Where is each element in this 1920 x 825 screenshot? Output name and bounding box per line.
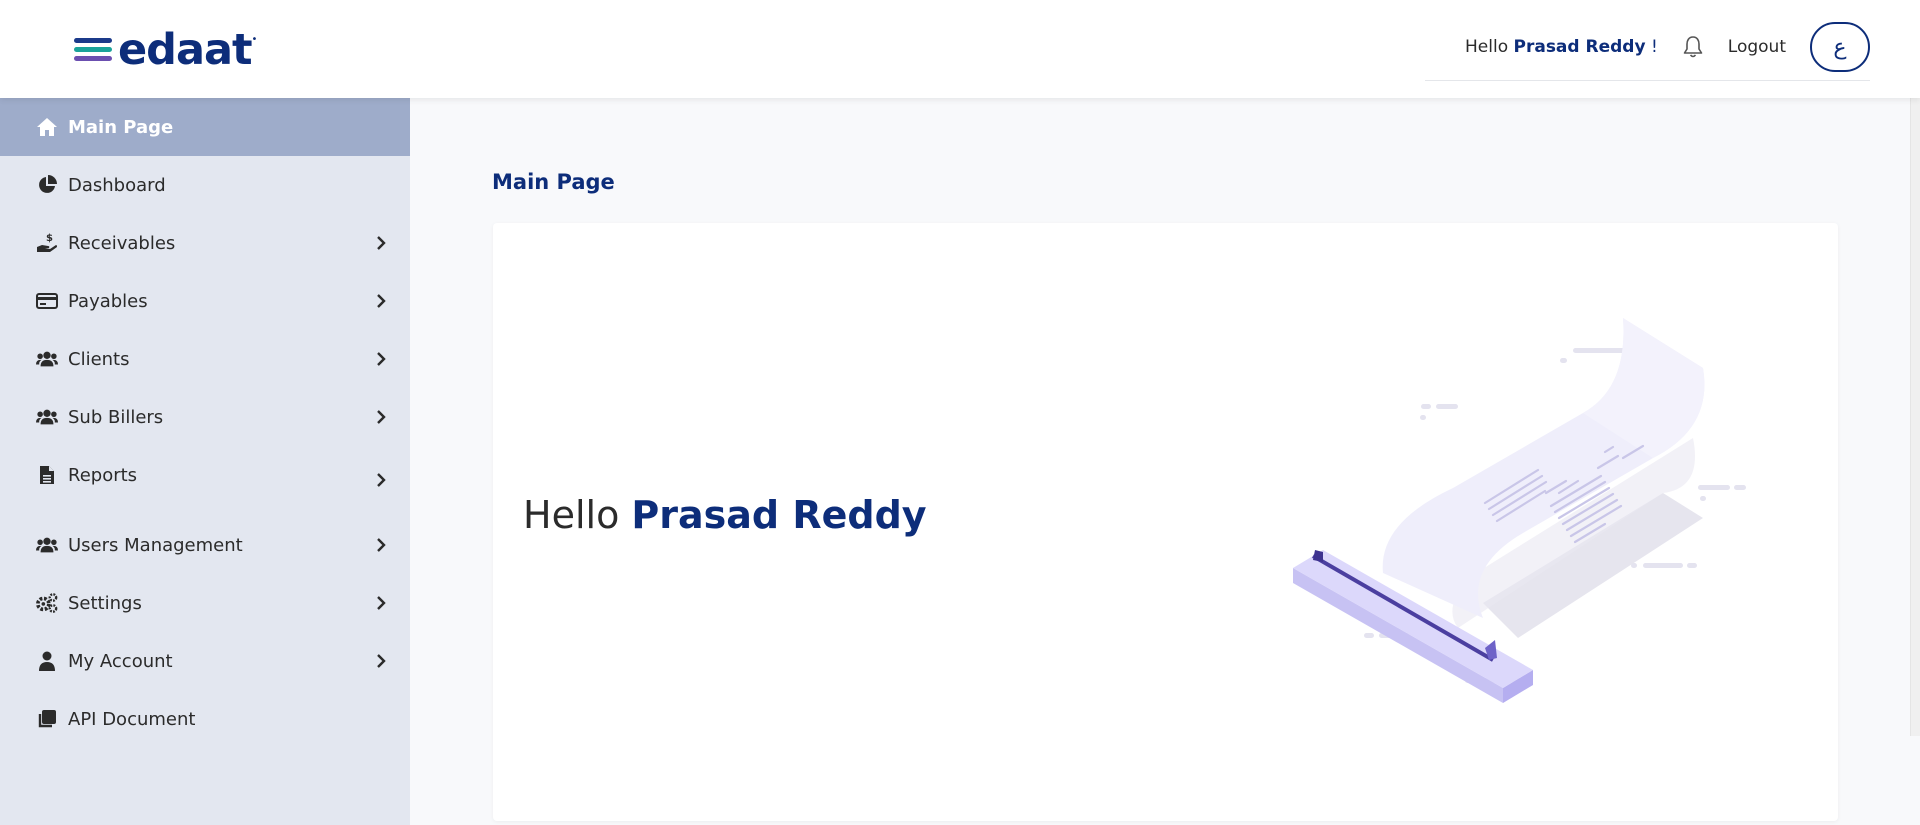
file-icon <box>36 464 58 486</box>
welcome-prefix: Hello <box>523 493 620 537</box>
chevron-right-icon <box>374 236 388 250</box>
copy-icon <box>36 708 58 730</box>
chevron-right-icon <box>374 473 388 487</box>
users-icon <box>36 348 58 370</box>
page-scrollbar[interactable] <box>1910 98 1920 736</box>
sidebar-item-clients[interactable]: Clients <box>0 330 410 388</box>
sidebar-item-payables[interactable]: Payables <box>0 272 410 330</box>
hand-dollar-icon: $ <box>36 232 58 254</box>
sidebar-item-main-page[interactable]: Main Page <box>0 98 410 156</box>
sidebar-item-reports[interactable]: Reports <box>0 446 410 504</box>
svg-text:$: $ <box>46 233 53 244</box>
sidebar-item-label: Clients <box>68 348 130 370</box>
sidebar-item-label: Dashboard <box>68 174 166 196</box>
users-icon <box>36 406 58 428</box>
chevron-right-icon <box>374 294 388 308</box>
logo-mark-icon <box>74 36 114 64</box>
sidebar-item-label: Settings <box>68 592 142 614</box>
sidebar-item-label: API Document <box>68 708 196 730</box>
chevron-right-icon <box>374 352 388 366</box>
chevron-right-icon <box>374 410 388 424</box>
page-title: Main Page <box>492 170 615 194</box>
sidebar-item-label: Payables <box>68 290 148 312</box>
sidebar-item-label: Users Management <box>68 534 243 556</box>
greeting-prefix: Hello <box>1465 37 1509 57</box>
user-greeting: Hello Prasad Reddy ! <box>1465 37 1658 57</box>
sidebar-item-sub-billers[interactable]: Sub Billers <box>0 388 410 446</box>
greeting-user-name: Prasad Reddy <box>1513 37 1646 57</box>
sidebar-item-dashboard[interactable]: Dashboard <box>0 156 410 214</box>
users-icon <box>36 534 58 556</box>
sidebar-item-label: Main Page <box>68 116 174 138</box>
sidebar-item-receivables[interactable]: $ Receivables <box>0 214 410 272</box>
greeting-suffix: ! <box>1650 37 1658 57</box>
logo-registered-mark: • <box>251 34 258 45</box>
sidebar-item-users-management[interactable]: Users Management <box>0 516 410 574</box>
sidebar-item-label: Reports <box>68 464 138 486</box>
header-divider <box>1425 80 1870 81</box>
language-toggle-button[interactable]: ع <box>1810 22 1870 72</box>
sidebar-item-label: My Account <box>68 650 173 672</box>
bell-icon[interactable] <box>1680 34 1706 60</box>
logo-text: edaat <box>118 25 253 75</box>
edaat-logo[interactable]: edaat • <box>74 28 257 72</box>
chevron-right-icon <box>374 654 388 668</box>
pie-chart-icon <box>36 174 58 196</box>
sidebar-item-label: Receivables <box>68 232 176 254</box>
credit-card-icon <box>36 290 58 312</box>
logout-link[interactable]: Logout <box>1728 37 1786 57</box>
welcome-card: Hello Prasad Reddy <box>493 223 1838 821</box>
sidebar-nav: Main Page Dashboard $ Receivables Payabl… <box>0 98 410 825</box>
sidebar-item-my-account[interactable]: My Account <box>0 632 410 690</box>
top-header: edaat • Hello Prasad Reddy ! Logout ع <box>0 0 1920 98</box>
header-user-area: Hello Prasad Reddy ! Logout ع <box>1465 22 1870 72</box>
receipt-printer-illustration <box>1293 318 1746 703</box>
sidebar-item-settings[interactable]: Settings <box>0 574 410 632</box>
welcome-user-name: Prasad Reddy <box>631 493 927 537</box>
sidebar-item-api-document[interactable]: API Document <box>0 690 410 748</box>
gears-icon <box>36 592 58 614</box>
chevron-right-icon <box>374 538 388 552</box>
chevron-right-icon <box>374 596 388 610</box>
user-icon <box>36 650 58 672</box>
sidebar-item-label: Sub Billers <box>68 406 164 428</box>
home-icon <box>36 116 58 138</box>
welcome-heading: Hello Prasad Reddy <box>523 493 927 537</box>
